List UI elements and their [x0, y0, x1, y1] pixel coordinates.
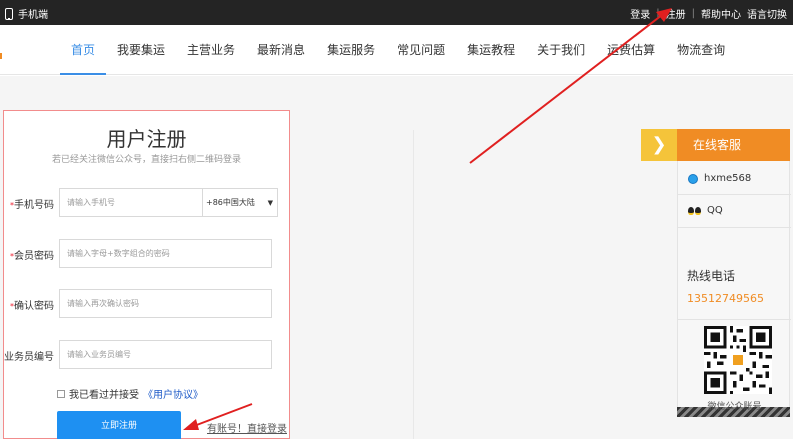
contact-wechat-label: hxme568	[704, 173, 752, 184]
customer-service-title: 在线客服	[677, 129, 790, 161]
chat-bubble-icon	[688, 173, 698, 184]
contact-qq[interactable]: QQ	[688, 205, 723, 216]
customer-service-header: ❯ 在线客服	[641, 129, 790, 161]
agreement-text: 我已看过并接受	[69, 390, 139, 401]
nav-item-service[interactable]: 集运服务	[316, 25, 386, 75]
confirm-password-field	[59, 289, 272, 318]
confirm-password-label: *确认密码	[10, 301, 54, 312]
agent-id-field	[59, 340, 272, 369]
nav-item-ship[interactable]: 我要集运	[106, 25, 176, 75]
login-link-top[interactable]: 登录	[630, 6, 650, 21]
password-field	[59, 239, 272, 268]
hotline-number: 13512749565	[687, 292, 764, 305]
nav-item-news[interactable]: 最新消息	[246, 25, 316, 75]
register-subtitle: 若已经关注微信公众号，直接扫右侧二维码登录	[51, 155, 241, 165]
qr-caption: 微信公众账号	[707, 402, 762, 412]
caret-down-icon: ▼	[267, 198, 273, 207]
phone-label: *手机号码	[10, 200, 54, 211]
logo-edge	[0, 53, 2, 59]
divider	[678, 319, 791, 320]
phone-icon	[5, 7, 13, 20]
separator: |	[656, 8, 660, 19]
nav-list: 首页 我要集运 主营业务 最新消息 集运服务 常见问题 集运教程 关于我们 运费…	[60, 25, 736, 75]
help-center-link[interactable]: 帮助中心	[701, 6, 741, 21]
confirm-password-input[interactable]	[60, 290, 271, 317]
nav-item-faq[interactable]: 常见问题	[386, 25, 456, 75]
mobile-label: 手机端	[18, 10, 48, 21]
customer-service-panel: ❯ 在线客服 hxme568 QQ 热线电话 13512749565 微信公众账…	[641, 129, 791, 417]
password-input[interactable]	[60, 240, 271, 267]
separator: |	[691, 8, 695, 19]
register-form: 用户注册 若已经关注微信公众号，直接扫右侧二维码登录 *手机号码 +86中国大陆…	[3, 110, 290, 439]
top-bar: 手机端 登录 | 注册 | 帮助中心 语言切换	[0, 0, 793, 25]
nav-item-tutorial[interactable]: 集运教程	[456, 25, 526, 75]
language-switch-link[interactable]: 语言切换	[747, 6, 787, 21]
phone-field: +86中国大陆 ▼	[59, 188, 278, 217]
hotline-label: 热线电话	[687, 269, 736, 283]
nav-item-home[interactable]: 首页	[60, 25, 107, 75]
agent-id-label: 业务员编号	[4, 352, 54, 363]
qr-code-icon	[704, 326, 772, 394]
qq-icon	[688, 206, 701, 215]
contact-wechat[interactable]: hxme568	[688, 173, 751, 184]
nav-item-estimate[interactable]: 运费估算	[596, 25, 666, 75]
direct-login-link[interactable]: 有账号！直接登录	[207, 420, 287, 435]
main-nav: 首页 我要集运 主营业务 最新消息 集运服务 常见问题 集运教程 关于我们 运费…	[0, 25, 793, 75]
nav-item-business[interactable]: 主营业务	[176, 25, 246, 75]
nav-item-tracking[interactable]: 物流查询	[666, 25, 736, 75]
divider	[678, 227, 791, 228]
register-title: 用户注册	[106, 127, 187, 151]
chevron-right-icon[interactable]: ❯	[641, 129, 677, 161]
mobile-link[interactable]: 手机端	[5, 6, 48, 21]
register-submit-button[interactable]: 立即注册	[57, 411, 181, 439]
nav-item-about[interactable]: 关于我们	[526, 25, 596, 75]
divider	[678, 194, 791, 195]
region-value: +86中国大陆	[206, 198, 255, 207]
contact-qq-label: QQ	[707, 205, 723, 216]
password-label: *会员密码	[10, 251, 54, 262]
user-agreement-link[interactable]: 《用户协议》	[143, 386, 203, 401]
agreement-row: 我已看过并接受 《用户协议》	[57, 386, 203, 401]
phone-input[interactable]	[60, 189, 203, 216]
agreement-checkbox[interactable]	[57, 389, 65, 398]
vertical-divider	[413, 130, 414, 439]
top-links: 登录 | 注册 | 帮助中心 语言切换	[630, 6, 787, 21]
customer-service-body: hxme568 QQ 热线电话 13512749565 微信公众账号	[677, 161, 791, 412]
register-link-top[interactable]: 注册	[666, 6, 686, 21]
region-select[interactable]: +86中国大陆 ▼	[203, 189, 277, 216]
agent-id-input[interactable]	[60, 341, 271, 368]
